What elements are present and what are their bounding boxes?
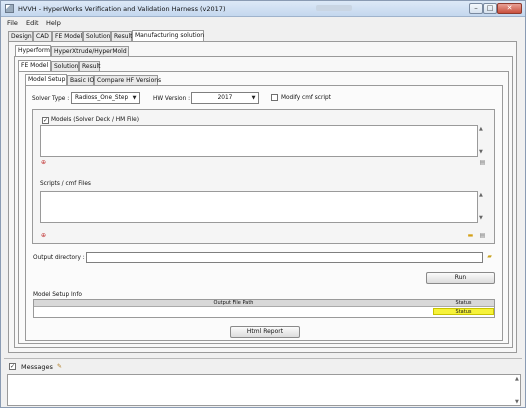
add-file-icon[interactable]: ⊕ xyxy=(40,159,47,166)
scripts-list[interactable] xyxy=(40,191,478,223)
tab-stage-fe-model[interactable]: FE Model xyxy=(18,60,51,71)
blurred-title-area xyxy=(316,5,352,11)
tab-stage-result[interactable]: Result xyxy=(79,61,101,71)
output-directory-label: Output directory : xyxy=(33,255,85,261)
tab-hyperform[interactable]: Hyperform xyxy=(15,45,51,56)
solver-type-label: Solver Type : xyxy=(32,96,70,102)
scripts-label: Scripts / cmf Files xyxy=(40,181,91,187)
tab-stage-solution[interactable]: Solution xyxy=(51,61,79,71)
remove-file-icon[interactable]: ▤ xyxy=(479,159,486,166)
models-scroll-up-icon[interactable]: ▲ xyxy=(479,126,523,132)
tab-model-setup[interactable]: Model Setup xyxy=(25,74,67,85)
html-report-button[interactable]: Html Report xyxy=(230,326,300,338)
menu-bar: File Edit Help xyxy=(1,18,525,29)
scripts-scroll-down-icon[interactable]: ▼ xyxy=(479,215,523,221)
model-setup-info-label: Model Setup Info xyxy=(33,292,82,298)
run-button[interactable]: Run xyxy=(426,272,495,284)
models-scroll-down-icon[interactable]: ▼ xyxy=(479,149,523,155)
tab-result[interactable]: Result xyxy=(111,31,133,41)
messages-label: Messages xyxy=(21,363,53,371)
solver-type-value: Radioss_One_Step xyxy=(75,95,129,101)
menu-help[interactable]: Help xyxy=(46,19,61,27)
tab-compare-hf-versions[interactable]: Compare HF Versions xyxy=(94,75,161,85)
folder-icon[interactable]: ▬ xyxy=(467,232,474,239)
minimize-button[interactable]: – xyxy=(469,3,483,14)
messages-divider xyxy=(4,358,522,359)
menu-edit[interactable]: Edit xyxy=(26,19,39,27)
remove-file-icon[interactable]: ▤ xyxy=(479,232,486,239)
tab-manufacturing-solution[interactable]: Manufacturing solution xyxy=(132,30,204,41)
hw-version-value: 2017 xyxy=(217,95,233,101)
tab-design[interactable]: Design xyxy=(8,31,33,41)
app-window: HVVH - HyperWorks Verification and Valid… xyxy=(0,0,526,408)
tab-cad[interactable]: CAD xyxy=(33,31,52,41)
scripts-scroll-up-icon[interactable]: ▲ xyxy=(479,192,523,198)
tab-basic-io[interactable]: Basic IO xyxy=(67,75,94,85)
add-file-icon[interactable]: ⊕ xyxy=(40,232,47,239)
maximize-button[interactable]: □ xyxy=(483,3,497,14)
menu-file[interactable]: File xyxy=(7,19,18,27)
messages-scroll-down-icon[interactable]: ▼ xyxy=(515,399,523,405)
tab-solution[interactable]: Solution xyxy=(83,31,111,41)
close-button[interactable]: ✕ xyxy=(497,3,522,14)
app-icon xyxy=(5,4,14,13)
output-directory-input[interactable] xyxy=(86,252,483,263)
hw-version-label: HW Version : xyxy=(153,96,191,102)
messages-checkbox[interactable]: ✓ xyxy=(9,363,16,370)
chevron-down-icon: ▼ xyxy=(251,95,256,101)
solver-type-select[interactable]: Radioss_One_Step ▼ xyxy=(71,92,140,104)
messages-scroll-up-icon[interactable]: ▲ xyxy=(515,376,523,382)
models-checkbox[interactable]: ✓ xyxy=(42,117,49,124)
window-title: HVVH - HyperWorks Verification and Valid… xyxy=(18,5,226,13)
status-header: Status xyxy=(433,300,494,307)
chevron-down-icon: ▼ xyxy=(132,95,137,101)
folder-open-icon[interactable]: ▰ xyxy=(485,253,494,260)
output-file-path-header: Output File Path xyxy=(34,300,433,307)
tab-hyperxtrude[interactable]: HyperXtrude/HyperMold xyxy=(51,46,129,56)
pencil-icon[interactable]: ✎ xyxy=(56,363,63,370)
status-badge: Status xyxy=(433,308,494,315)
modify-cmf-checkbox[interactable] xyxy=(271,94,278,101)
models-label: Models (Solver Deck / HM File) xyxy=(51,117,139,123)
models-list[interactable] xyxy=(40,125,478,157)
modify-cmf-label: Modify cmf script xyxy=(281,95,331,101)
hw-version-select[interactable]: 2017 ▼ xyxy=(191,92,259,104)
title-bar: HVVH - HyperWorks Verification and Valid… xyxy=(1,1,525,17)
messages-area[interactable] xyxy=(7,374,521,406)
tab-fe-model[interactable]: FE Model xyxy=(52,31,83,41)
